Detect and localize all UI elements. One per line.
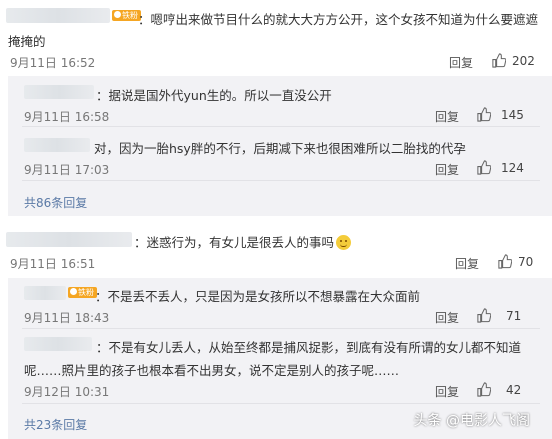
reply-text: 对，因为一胎hsy胖的不行，后期减下来也很困难所以二胎找的代孕	[94, 141, 466, 156]
like-count: 202	[512, 54, 535, 68]
comment-text: ：迷惑行为，有女儿是很丢人的事吗	[134, 232, 352, 251]
reply-button[interactable]: 回复	[435, 309, 459, 326]
like-icon[interactable]	[476, 107, 491, 122]
reply-button[interactable]: 回复	[449, 54, 473, 71]
username-redacted[interactable]	[24, 85, 94, 99]
reply-text: ：据说是国外代yun生的。所以一直没公开	[96, 88, 332, 103]
username-redacted[interactable]	[24, 286, 66, 300]
username-redacted[interactable]	[6, 8, 110, 23]
divider	[22, 328, 540, 329]
reply-time: 9月11日 16:58	[24, 110, 110, 124]
comment-text-cont: 掩掩的	[8, 34, 46, 49]
comment-time: 9月11日 16:52	[10, 56, 96, 70]
fan-badge: 铁粉	[112, 10, 141, 21]
reply-button[interactable]: 回复	[435, 161, 459, 178]
username-redacted[interactable]	[24, 138, 90, 152]
divider	[22, 126, 540, 127]
like-icon[interactable]	[497, 254, 512, 269]
reply-button[interactable]: 回复	[435, 108, 459, 125]
fan-badge: 铁粉	[68, 287, 97, 298]
more-replies-link[interactable]: 共23条回复	[24, 416, 87, 433]
username-redacted[interactable]	[24, 337, 92, 351]
like-count: 71	[506, 309, 522, 323]
badge-icon	[70, 288, 77, 295]
comment-time: 9月11日 16:51	[10, 257, 96, 271]
like-count: 42	[506, 383, 522, 397]
reply-button[interactable]: 回复	[435, 383, 459, 400]
reply-text: ：不是有女儿丢人，从始至终都是捕风捉影，到底有没有所谓的女儿都不知道	[96, 340, 522, 355]
reply-time: 9月11日 17:03	[24, 163, 110, 177]
badge-icon	[114, 11, 121, 18]
grin-emoji-icon	[336, 235, 352, 250]
like-count: 145	[501, 108, 524, 122]
like-count: 124	[501, 161, 524, 175]
watermark: 头条 @电影人飞阁	[413, 413, 530, 429]
like-count: 70	[518, 255, 534, 269]
comment-text: ：嗯哼出来做节目什么的就大大方方公开，这个女孩不知道为什么要遮遮	[138, 12, 539, 27]
like-icon[interactable]	[476, 382, 491, 397]
username-redacted[interactable]	[6, 232, 132, 247]
like-icon[interactable]	[491, 53, 506, 68]
reply-button[interactable]: 回复	[455, 255, 479, 272]
like-icon[interactable]	[476, 160, 491, 175]
reply-text-cont: 呢……照片里的孩子也根本看不出男女，说不定是别人的孩子呢……	[24, 363, 400, 378]
reply-time: 9月12日 10:31	[24, 385, 110, 399]
like-icon[interactable]	[476, 308, 491, 323]
reply-text: ：不是丢不丢人，只是因为是女孩所以不想暴露在大众面前	[95, 289, 421, 304]
divider	[22, 403, 540, 404]
more-replies-link[interactable]: 共86条回复	[24, 194, 87, 211]
reply-time: 9月11日 18:43	[24, 311, 110, 325]
divider	[22, 180, 540, 181]
